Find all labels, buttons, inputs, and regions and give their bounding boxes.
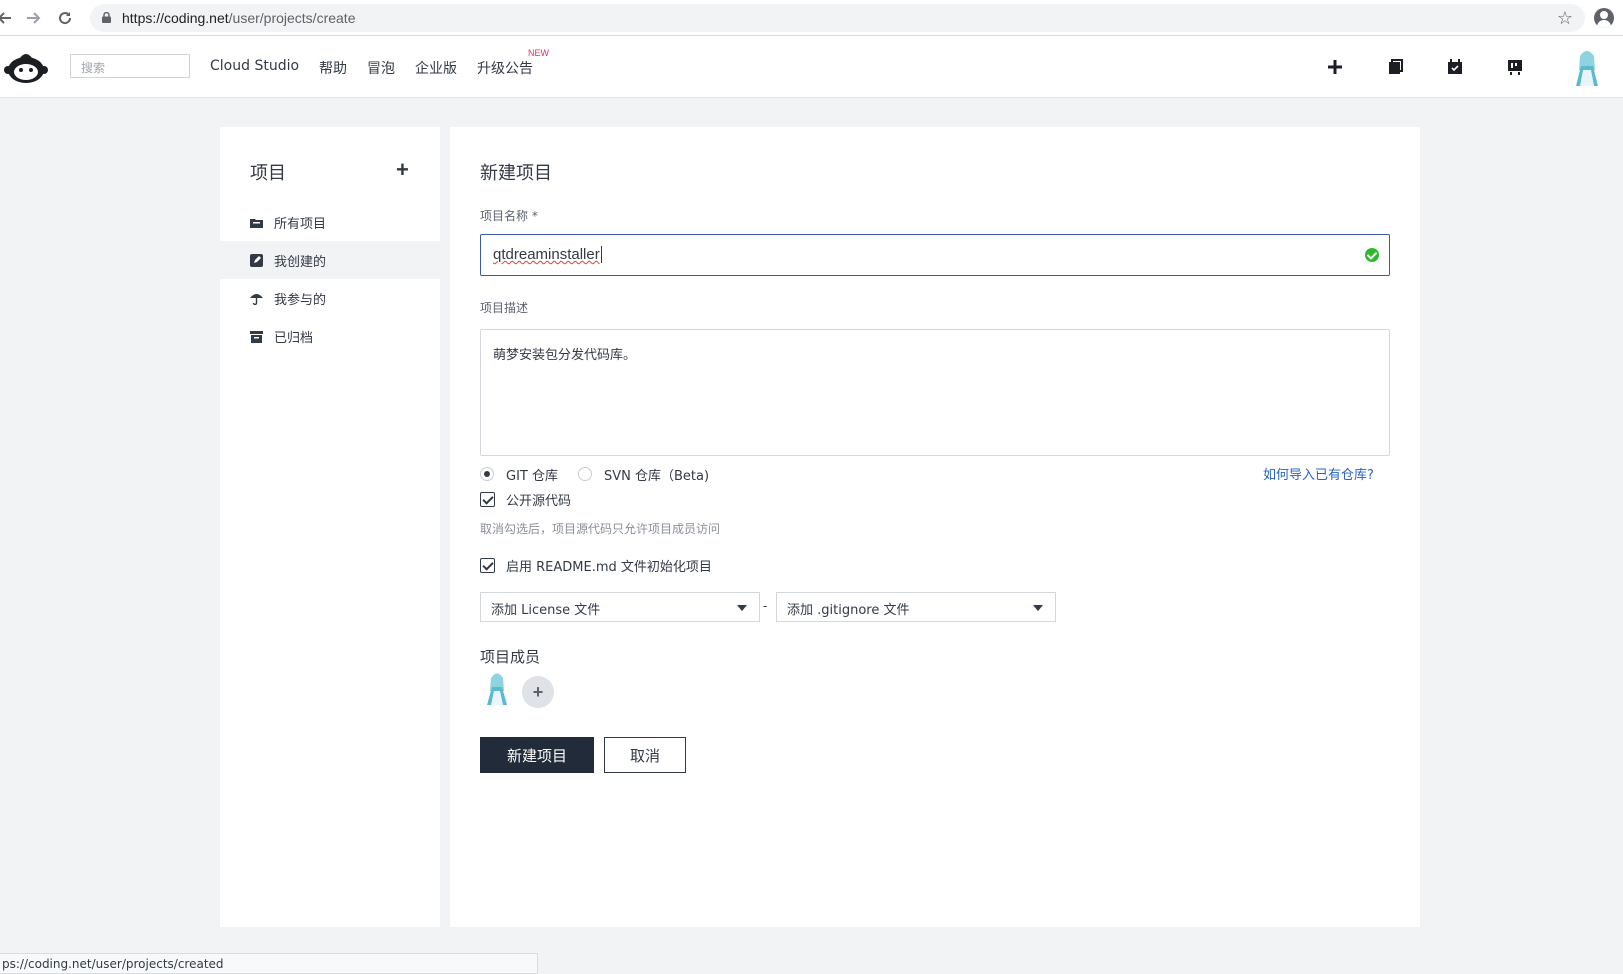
- sidebar-title: 项目: [250, 163, 286, 184]
- url-text: https://coding.net/user/projects/create: [122, 10, 356, 26]
- star-icon[interactable]: ☆: [1557, 8, 1573, 29]
- page-title: 新建项目: [480, 163, 552, 184]
- folder-icon: [250, 219, 263, 228]
- browser-profile-icon[interactable]: [1594, 8, 1614, 28]
- top-nav: Cloud Studio 帮助 冒泡 企业版 升级公告 NEW: [210, 48, 553, 78]
- license-select[interactable]: 添加 License 文件: [480, 592, 760, 622]
- browser-toolbar: https://coding.net/user/projects/create …: [0, 0, 1623, 36]
- create-project-form: 新建项目 项目名称 * qtdreaminstaller 项目描述 萌梦安装包分…: [450, 127, 1420, 927]
- import-repo-help-link[interactable]: 如何导入已有仓库?: [1263, 464, 1374, 483]
- public-source-hint: 取消勾选后，项目源代码只允许项目成员访问: [480, 522, 721, 536]
- license-select-value: 添加 License 文件: [491, 603, 601, 618]
- sidebar-item-all-projects[interactable]: 所有项目: [220, 203, 440, 241]
- back-arrow-icon[interactable]: [0, 7, 16, 29]
- members-title: 项目成员: [480, 648, 541, 666]
- lock-icon: [102, 12, 111, 23]
- sidebar-item-joined[interactable]: 我参与的: [220, 279, 440, 317]
- public-source-label[interactable]: 公开源代码: [506, 490, 571, 509]
- project-desc-textarea[interactable]: 萌梦安装包分发代码库。: [480, 329, 1390, 456]
- avatar[interactable]: [1568, 48, 1606, 86]
- board-icon[interactable]: [1506, 58, 1524, 76]
- git-repo-radio[interactable]: [480, 467, 494, 481]
- sidebar-item-label: 所有项目: [274, 217, 327, 232]
- calendar-check-icon[interactable]: [1446, 58, 1464, 76]
- coding-logo-icon[interactable]: [4, 48, 48, 86]
- edit-icon: [250, 254, 263, 267]
- sidebar-item-label: 已归档: [274, 331, 314, 346]
- add-project-button[interactable]: +: [396, 157, 409, 183]
- nav-cloud-studio[interactable]: Cloud Studio: [210, 58, 299, 78]
- add-member-button[interactable]: +: [522, 676, 554, 708]
- chevron-down-icon: [737, 605, 747, 611]
- create-project-button[interactable]: 新建项目: [480, 737, 594, 773]
- nav-help[interactable]: 帮助: [319, 58, 347, 78]
- reload-icon[interactable]: [54, 7, 76, 29]
- readme-init-checkbox[interactable]: [480, 558, 495, 573]
- cancel-button[interactable]: 取消: [604, 737, 686, 773]
- sidebar-item-label: 我参与的: [274, 293, 327, 308]
- readme-init-label[interactable]: 启用 README.md 文件初始化项目: [506, 556, 712, 575]
- forward-arrow-icon[interactable]: [22, 7, 44, 29]
- git-repo-label[interactable]: GIT 仓库: [506, 465, 558, 484]
- archive-icon: [250, 331, 263, 343]
- address-bar[interactable]: https://coding.net/user/projects/create …: [90, 4, 1585, 32]
- gitignore-select[interactable]: 添加 .gitignore 文件: [776, 592, 1056, 622]
- sidebar: 项目 + 所有项目 我创建的 我参与的 已归档: [220, 127, 440, 927]
- nav-bubble[interactable]: 冒泡: [367, 58, 395, 78]
- project-name-value: qtdreaminstaller: [493, 246, 600, 263]
- nav-announcement[interactable]: 升级公告 NEW: [477, 48, 549, 78]
- chevron-down-icon: [1033, 605, 1043, 611]
- app-header: 搜索 Cloud Studio 帮助 冒泡 企业版 升级公告 NEW: [0, 36, 1623, 98]
- plus-icon[interactable]: [1326, 58, 1344, 76]
- select-separator: -: [763, 598, 768, 613]
- project-desc-label: 项目描述: [480, 301, 529, 315]
- new-badge: NEW: [528, 48, 550, 58]
- project-name-input[interactable]: qtdreaminstaller: [480, 234, 1390, 276]
- project-name-label: 项目名称 *: [480, 209, 538, 223]
- link-status-bar: ps://coding.net/user/projects/created: [0, 953, 538, 974]
- search-input[interactable]: 搜索: [70, 54, 190, 78]
- public-source-checkbox[interactable]: [480, 492, 495, 507]
- sidebar-item-archived[interactable]: 已归档: [220, 317, 440, 355]
- gitignore-select-value: 添加 .gitignore 文件: [787, 603, 910, 618]
- nav-enterprise[interactable]: 企业版: [415, 58, 457, 78]
- valid-check-icon: [1365, 248, 1379, 262]
- svn-repo-radio[interactable]: [578, 467, 592, 481]
- member-avatar[interactable]: [480, 671, 514, 705]
- svn-repo-label[interactable]: SVN 仓库（Beta): [604, 465, 709, 484]
- sidebar-item-label: 我创建的: [274, 255, 327, 270]
- umbrella-icon: [250, 294, 263, 305]
- notebook-icon[interactable]: [1386, 58, 1404, 76]
- nav-announcement-label: 升级公告: [477, 61, 534, 77]
- sidebar-item-created[interactable]: 我创建的: [220, 241, 440, 279]
